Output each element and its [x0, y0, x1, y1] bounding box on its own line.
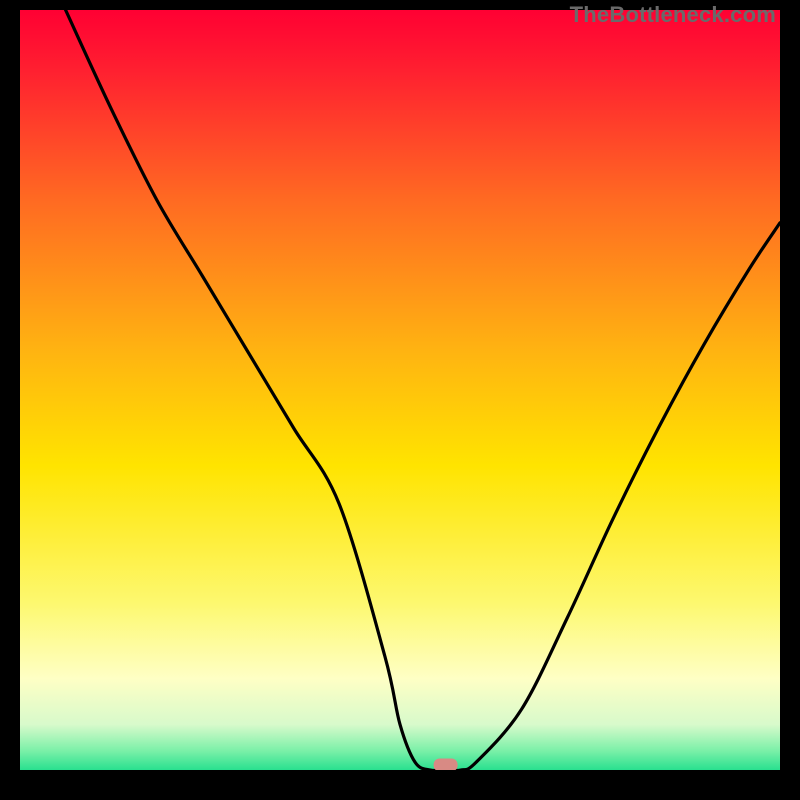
watermark-label: TheBottleneck.com — [570, 2, 776, 28]
gradient-background — [20, 10, 780, 770]
plot-area — [20, 10, 780, 770]
marker-dot — [434, 758, 458, 770]
chart-frame: TheBottleneck.com — [0, 0, 800, 800]
chart-svg — [20, 10, 780, 770]
